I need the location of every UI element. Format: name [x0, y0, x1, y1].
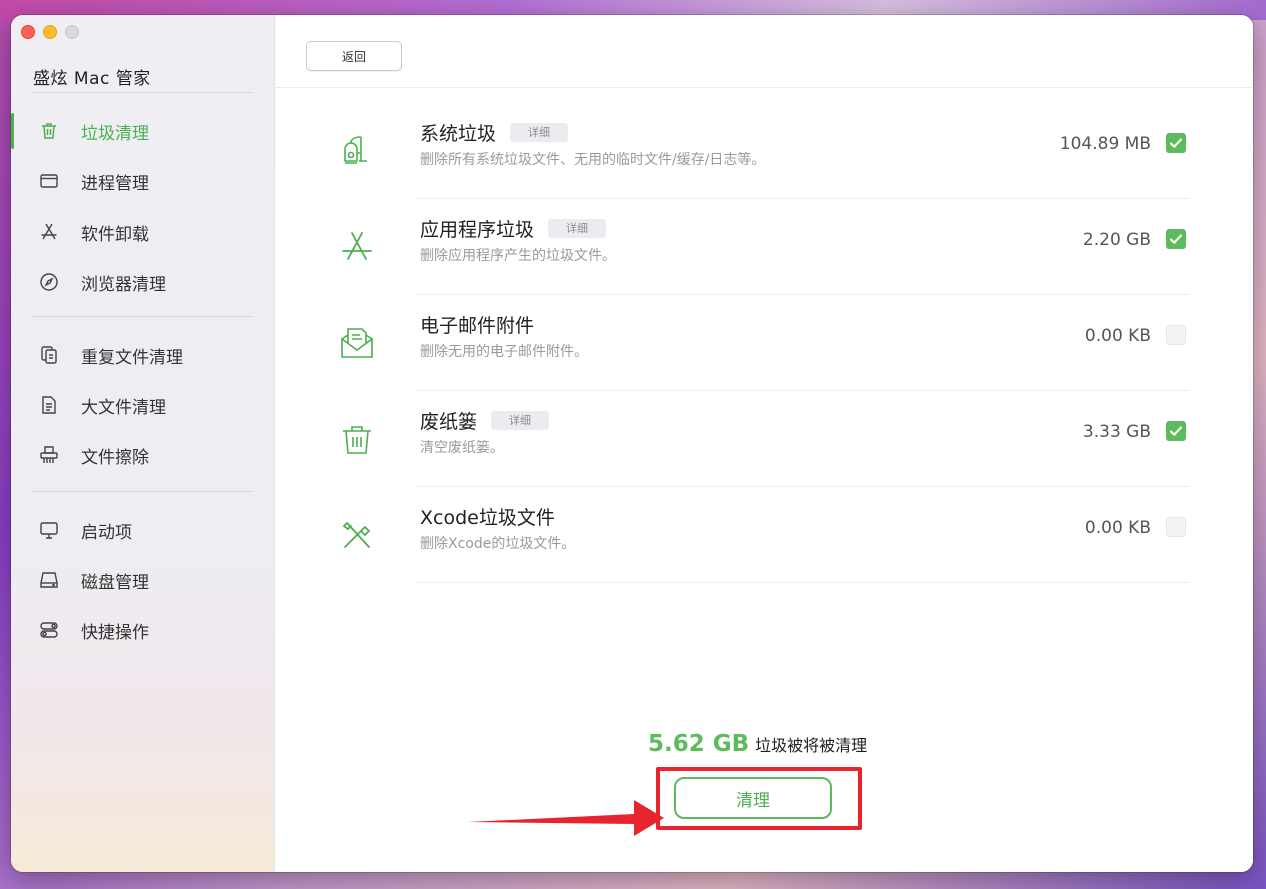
item-title: 应用程序垃圾 详细: [420, 215, 607, 242]
item-description: 删除所有系统垃圾文件、无用的临时文件/缓存/日志等。: [420, 152, 766, 168]
item-description: 删除无用的电子邮件附件。: [420, 344, 588, 360]
item-checkbox[interactable]: [1166, 421, 1186, 441]
checkmark-icon: [1169, 426, 1183, 436]
window-controls: [21, 25, 79, 39]
clean-button[interactable]: 清理: [674, 777, 832, 819]
list-item-system-junk[interactable]: 系统垃圾 详细 删除所有系统垃圾文件、无用的临时文件/缓存/日志等。 104.8…: [275, 103, 1253, 199]
details-button[interactable]: 详细: [491, 411, 550, 430]
sidebar-item-startup[interactable]: 启动项: [11, 510, 274, 550]
sidebar-item-label: 大文件清理: [81, 397, 166, 418]
app-title: 盛炫 Mac 管家: [33, 69, 151, 89]
monitor-icon: [38, 519, 60, 541]
sidebar-item-label: 磁盘管理: [81, 572, 149, 593]
sidebar-divider: [31, 92, 253, 93]
toolbar-divider: [275, 87, 1253, 88]
checkmark-icon: [1169, 234, 1183, 244]
item-title: 废纸篓 详细: [420, 407, 550, 434]
tools-icon: [337, 515, 377, 555]
sidebar-item-label: 软件卸载: [81, 224, 149, 245]
sidebar-item-label: 文件擦除: [81, 447, 149, 468]
list-item-trash[interactable]: 废纸篓 详细 清空废纸篓。 3.33 GB: [275, 391, 1253, 487]
trash-can-icon: [337, 419, 377, 459]
cleanup-summary: 5.62 GB 垃圾被将被清理: [648, 731, 867, 757]
item-title: 电子邮件附件: [420, 315, 535, 337]
item-description: 删除应用程序产生的垃圾文件。: [420, 248, 616, 264]
item-description: 删除Xcode的垃圾文件。: [420, 536, 576, 552]
sidebar-item-label: 进程管理: [81, 173, 149, 194]
sidebar-item-large-files[interactable]: 大文件清理: [11, 385, 274, 425]
sidebar: 盛炫 Mac 管家 垃圾清理 进程管理 软件卸载 浏览器清理 重复文件清理 大文…: [11, 15, 275, 872]
item-size: 0.00 KB: [1084, 326, 1151, 346]
item-checkbox[interactable]: [1166, 325, 1186, 345]
cleanup-amount: 5.62 GB: [648, 731, 750, 757]
main-panel: 返回 系统垃圾 详细 删除所有系统垃圾文件、无用的临时文件/缓存/日志等。 10…: [275, 15, 1253, 872]
item-size: 104.89 MB: [1059, 134, 1151, 154]
sidebar-item-label: 垃圾清理: [81, 123, 149, 144]
back-button[interactable]: 返回: [306, 41, 402, 71]
close-window-button[interactable]: [21, 25, 35, 39]
sidebar-item-junk-clean[interactable]: 垃圾清理: [11, 111, 274, 151]
item-checkbox[interactable]: [1166, 517, 1186, 537]
sidebar-item-disk[interactable]: 磁盘管理: [11, 560, 274, 600]
item-checkbox[interactable]: [1166, 133, 1186, 153]
trash-icon: [38, 120, 60, 142]
row-divider: [416, 582, 1190, 583]
item-checkbox[interactable]: [1166, 229, 1186, 249]
details-button[interactable]: 详细: [548, 219, 607, 238]
details-button[interactable]: 详细: [510, 123, 569, 142]
window-icon: [38, 170, 60, 192]
list-item-app-junk[interactable]: 应用程序垃圾 详细 删除应用程序产生的垃圾文件。 2.20 GB: [275, 199, 1253, 295]
mail-icon: [337, 323, 377, 363]
item-title: Xcode垃圾文件: [420, 507, 555, 529]
disk-icon: [38, 569, 60, 591]
item-size: 0.00 KB: [1084, 518, 1151, 538]
shredder-icon: [38, 444, 60, 466]
item-title: 系统垃圾 详细: [420, 119, 569, 146]
toggle-icon: [38, 619, 60, 641]
sidebar-item-process[interactable]: 进程管理: [11, 161, 274, 201]
list-item-xcode-junk[interactable]: Xcode垃圾文件 删除Xcode的垃圾文件。 0.00 KB: [275, 487, 1253, 583]
sidebar-item-browser[interactable]: 浏览器清理: [11, 262, 274, 302]
app-store-icon: [337, 227, 377, 267]
arrow-annotation: [468, 800, 664, 836]
list-item-mail-attachments[interactable]: 电子邮件附件 删除无用的电子邮件附件。 0.00 KB: [275, 295, 1253, 391]
sidebar-item-label: 浏览器清理: [81, 274, 166, 295]
compass-icon: [38, 271, 60, 293]
sidebar-item-shredder[interactable]: 文件擦除: [11, 435, 274, 475]
checkmark-icon: [1169, 138, 1183, 148]
app-window: 盛炫 Mac 管家 垃圾清理 进程管理 软件卸载 浏览器清理 重复文件清理 大文…: [11, 15, 1253, 872]
sidebar-item-duplicates[interactable]: 重复文件清理: [11, 335, 274, 375]
sidebar-divider: [31, 316, 253, 317]
item-size: 3.33 GB: [1082, 422, 1151, 442]
cleanup-summary-text: 垃圾被将被清理: [755, 736, 868, 755]
zoom-window-button[interactable]: [65, 25, 79, 39]
document-icon: [38, 394, 60, 416]
sidebar-item-label: 重复文件清理: [81, 347, 183, 368]
item-size: 2.20 GB: [1082, 230, 1151, 250]
sidebar-item-shortcuts[interactable]: 快捷操作: [11, 610, 274, 650]
duplicate-files-icon: [38, 344, 60, 366]
sidebar-item-uninstall[interactable]: 软件卸载: [11, 212, 274, 252]
minimize-window-button[interactable]: [43, 25, 57, 39]
vacuum-icon: [337, 131, 377, 171]
sidebar-item-label: 启动项: [81, 522, 132, 543]
sidebar-divider: [31, 491, 253, 492]
sidebar-item-label: 快捷操作: [81, 622, 149, 643]
item-description: 清空废纸篓。: [420, 440, 504, 456]
app-store-icon: [38, 221, 60, 243]
